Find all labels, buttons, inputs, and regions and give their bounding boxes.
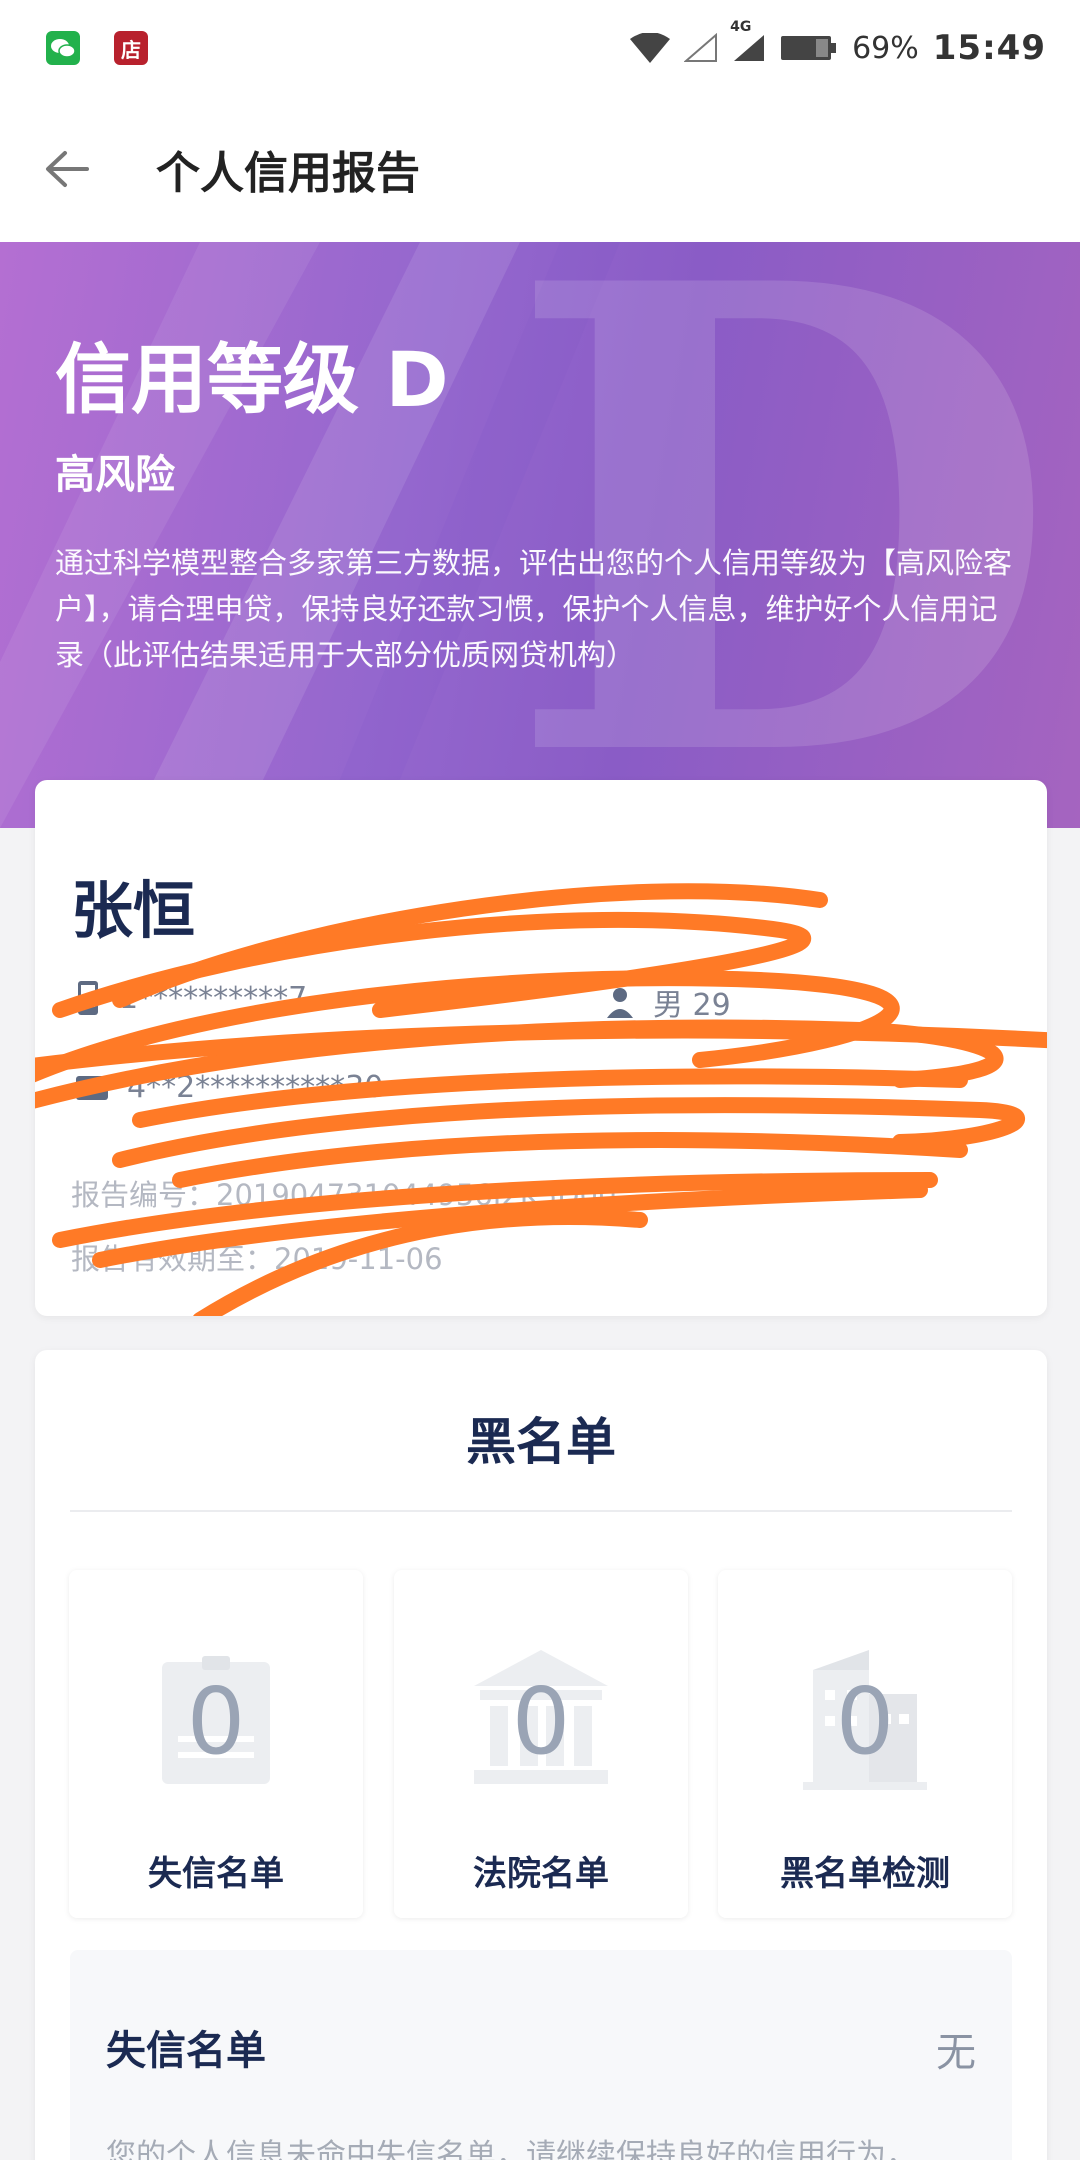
detail-status: 无 bbox=[936, 2030, 976, 2076]
banner-content: 信用等级 D 高风险 通过科学模型整合多家第三方数据，评估出您的个人信用等级为【… bbox=[55, 342, 1015, 678]
system-status: 4G 69% 15:49 bbox=[630, 19, 1046, 68]
wechat-icon bbox=[46, 31, 80, 65]
wifi-icon bbox=[630, 33, 671, 63]
tile-label: 失信名单 bbox=[148, 1854, 284, 1894]
tile-dishonest-list[interactable]: 0 失信名单 bbox=[69, 1570, 363, 1918]
tile-count: 0 bbox=[511, 1668, 571, 1775]
clock: 15:49 bbox=[932, 28, 1046, 68]
tile-label: 黑名单检测 bbox=[780, 1854, 950, 1894]
profile-card: 张恒 1**********7 男 29 4**2**********30 报告… bbox=[35, 780, 1047, 1316]
notification-icons: 店 bbox=[46, 31, 148, 65]
battery-percentage: 69% bbox=[852, 30, 919, 66]
gender-age: 男 29 bbox=[653, 988, 731, 1023]
arrow-left-icon bbox=[46, 151, 89, 187]
signal-full-icon bbox=[734, 35, 765, 61]
credit-level-title: 信用等级 D bbox=[55, 335, 449, 424]
detail-title: 失信名单 bbox=[106, 2028, 266, 2074]
user-name: 张恒 bbox=[71, 874, 196, 947]
tile-count: 0 bbox=[835, 1668, 895, 1775]
signal-empty-icon bbox=[684, 33, 718, 62]
report-number: 报告编号：201904731044956J2K5D00 bbox=[71, 1178, 617, 1212]
page-title: 个人信用报告 bbox=[156, 148, 420, 199]
phone-row: 1**********7 bbox=[75, 980, 307, 1016]
id-row: 4**2**********30 bbox=[75, 1070, 383, 1105]
tile-count: 0 bbox=[186, 1668, 246, 1775]
tile-blacklist-check[interactable]: 0 黑名单检测 bbox=[718, 1570, 1012, 1918]
credit-level-banner: D 信用等级 D 高风险 通过科学模型整合多家第三方数据，评估出您的个人信用等级… bbox=[0, 242, 1080, 828]
network-type-label: 4G bbox=[730, 19, 752, 35]
person-icon bbox=[607, 988, 633, 1018]
back-button[interactable] bbox=[38, 141, 94, 197]
phone-number: 1**********7 bbox=[119, 980, 308, 1016]
section-divider bbox=[70, 1510, 1012, 1512]
risk-label: 高风险 bbox=[55, 452, 175, 498]
id-card-small-icon bbox=[76, 1075, 108, 1100]
shop-icon: 店 bbox=[114, 31, 148, 65]
report-expiry: 报告有效期至：2019-11-06 bbox=[71, 1242, 443, 1276]
signal-4g: 4G bbox=[730, 19, 766, 63]
detail-description: 您的个人信息未命中失信名单，请继续保持良好的信用行为， bbox=[106, 2138, 916, 2160]
phone-icon bbox=[78, 981, 98, 1015]
id-number: 4**2**********30 bbox=[127, 1070, 384, 1105]
blacklist-title: 黑名单 bbox=[466, 1413, 616, 1471]
tile-court-list[interactable]: 0 法院名单 bbox=[394, 1570, 688, 1918]
blacklist-card: 黑名单 0 失信名单 0 法院名单 0 黑名单检测 失信名单 无 您的个人信息未… bbox=[35, 1350, 1047, 2160]
battery-icon bbox=[781, 36, 837, 60]
status-bar: 店 4G 69% 15:49 bbox=[0, 0, 1080, 96]
top-app-bar: 个人信用报告 bbox=[0, 96, 1080, 242]
dishonest-list-detail: 失信名单 无 您的个人信息未命中失信名单，请继续保持良好的信用行为， bbox=[70, 1950, 1012, 2160]
tile-label: 法院名单 bbox=[473, 1854, 609, 1894]
gender-age-row: 男 29 bbox=[605, 980, 731, 1024]
credit-description: 通过科学模型整合多家第三方数据，评估出您的个人信用等级为【高风险客户】，请合理申… bbox=[55, 546, 1013, 672]
